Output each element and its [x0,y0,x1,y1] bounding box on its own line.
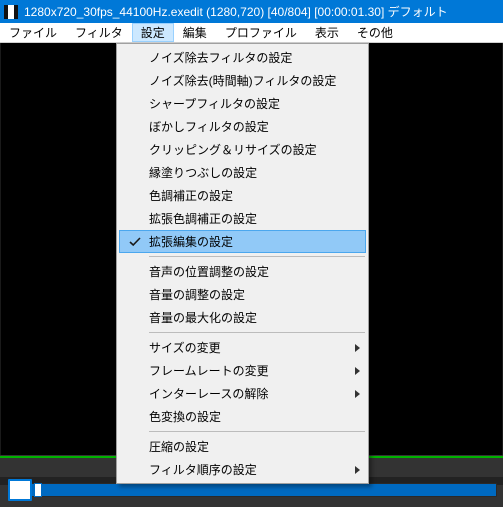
menu-item-filter-order[interactable]: フィルタ順序の設定 [119,458,366,481]
menu-separator [149,431,365,432]
menu-item-noise-removal-time[interactable]: ノイズ除去(時間軸)フィルタの設定 [119,69,366,92]
seek-slider-thumb[interactable] [8,479,32,501]
menu-item-blur[interactable]: ぼかしフィルタの設定 [119,115,366,138]
seek-slider-track[interactable] [8,483,497,497]
menu-item-size-change[interactable]: サイズの変更 [119,336,366,359]
menu-item-sharpen[interactable]: シャープフィルタの設定 [119,92,366,115]
menu-settings[interactable]: 設定 [132,23,174,42]
check-icon [128,235,142,249]
menu-item-ext-edit[interactable]: 拡張編集の設定 [119,230,366,253]
window-title: 1280x720_30fps_44100Hz.exedit (1280,720)… [24,3,448,20]
menu-other[interactable]: その他 [348,23,402,42]
menu-separator [149,332,365,333]
menu-filter[interactable]: フィルタ [66,23,132,42]
menu-item-framerate-change[interactable]: フレームレートの変更 [119,359,366,382]
menu-edit[interactable]: 編集 [174,23,216,42]
menu-item-noise-removal[interactable]: ノイズ除去フィルタの設定 [119,46,366,69]
menu-item-volume-max[interactable]: 音量の最大化の設定 [119,306,366,329]
submenu-arrow-icon [355,344,360,352]
menu-item-volume-adjust[interactable]: 音量の調整の設定 [119,283,366,306]
menu-item-ext-color-correct[interactable]: 拡張色調補正の設定 [119,207,366,230]
submenu-arrow-icon [355,466,360,474]
menu-view[interactable]: 表示 [306,23,348,42]
menu-separator [149,256,365,257]
submenu-arrow-icon [355,367,360,375]
menu-bar: ファイル フィルタ 設定 編集 プロファイル 表示 その他 [0,23,503,43]
menu-item-border-fill[interactable]: 縁塗りつぶしの設定 [119,161,366,184]
menu-item-color-conv[interactable]: 色変換の設定 [119,405,366,428]
settings-dropdown: ノイズ除去フィルタの設定 ノイズ除去(時間軸)フィルタの設定 シャープフィルタの… [116,43,369,484]
seek-slider-subthumb[interactable] [34,483,42,497]
menu-item-audio-pos[interactable]: 音声の位置調整の設定 [119,260,366,283]
menu-item-deinterlace[interactable]: インターレースの解除 [119,382,366,405]
menu-file[interactable]: ファイル [0,23,66,42]
menu-item-clip-resize[interactable]: クリッピング＆リサイズの設定 [119,138,366,161]
menu-item-color-correct[interactable]: 色調補正の設定 [119,184,366,207]
app-icon [4,5,18,19]
menu-profile[interactable]: プロファイル [216,23,306,42]
menu-item-compression[interactable]: 圧縮の設定 [119,435,366,458]
submenu-arrow-icon [355,390,360,398]
window-titlebar: 1280x720_30fps_44100Hz.exedit (1280,720)… [0,0,503,23]
